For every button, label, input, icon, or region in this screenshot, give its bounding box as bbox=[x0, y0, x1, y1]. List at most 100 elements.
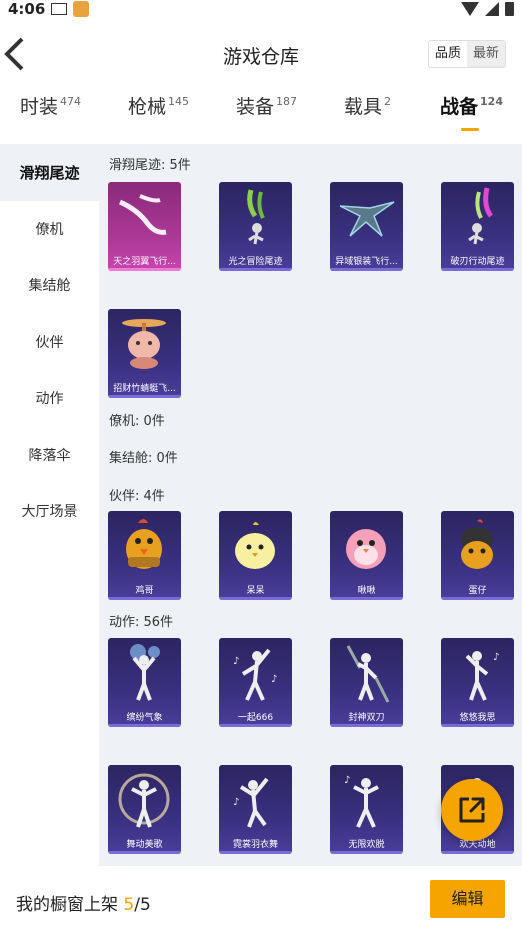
pink-bird-partner-icon bbox=[346, 529, 386, 569]
section-title-pod: 集结舱: 0件 bbox=[109, 451, 178, 466]
active-tab-indicator bbox=[461, 128, 479, 131]
sort-quality-button[interactable]: 品质 bbox=[428, 41, 467, 67]
tab-count: 145 bbox=[168, 95, 190, 108]
footer-bar: 我的橱窗上架 5/5 编辑 bbox=[0, 866, 522, 930]
sidebar: 滑翔尾迹 僚机 集结舱 伙伴 动作 降落伞 大厅场景 bbox=[0, 144, 99, 866]
sidebar-item-pod[interactable]: 集结舱 bbox=[0, 257, 99, 314]
item-name: 呆呆 bbox=[246, 586, 265, 596]
item-grid: 滑翔尾迹: 5件 天之羽翼飞行... 光之冒险尾迹 异域银装飞行... 破刃行动… bbox=[99, 144, 522, 866]
tab-count: 474 bbox=[60, 95, 82, 108]
item-card[interactable]: 破刃行动尾迹 bbox=[441, 182, 514, 271]
sidebar-item-wingman[interactable]: 僚机 bbox=[0, 201, 99, 258]
item-card[interactable]: ♪ 无限欢脱 bbox=[330, 765, 403, 854]
rarity-stripe bbox=[108, 395, 181, 398]
status-time: 4:06 bbox=[8, 0, 46, 18]
item-card[interactable]: ♪ 悠悠我思 bbox=[441, 638, 514, 727]
tab-label: 载具 bbox=[344, 96, 383, 118]
tab-count: 2 bbox=[384, 95, 392, 108]
item-card[interactable]: 呆呆 bbox=[219, 511, 292, 600]
rarity-stripe bbox=[441, 851, 514, 854]
rarity-stripe bbox=[441, 724, 514, 727]
tab-guns[interactable]: 枪械 145 bbox=[128, 92, 189, 138]
sidebar-item-action[interactable]: 动作 bbox=[0, 370, 99, 427]
item-name: 一起666 bbox=[237, 713, 274, 723]
rarity-stripe bbox=[330, 597, 403, 600]
sidebar-item-lobby-scene[interactable]: 大厅场景 bbox=[0, 483, 99, 540]
showcase-current-count: 5 bbox=[123, 895, 135, 915]
battery-icon bbox=[505, 2, 514, 16]
svg-text:♪: ♪ bbox=[493, 652, 499, 663]
sidebar-item-partner[interactable]: 伙伴 bbox=[0, 314, 99, 371]
item-name: 舞动美歌 bbox=[126, 840, 163, 850]
item-card[interactable]: ♪ ♪ 一起666 bbox=[219, 638, 292, 727]
tab-count: 124 bbox=[480, 95, 503, 108]
rarity-stripe bbox=[108, 724, 181, 727]
rarity-stripe bbox=[108, 851, 181, 854]
rarity-stripe bbox=[219, 851, 292, 854]
header: 游戏仓库 品质 最新 bbox=[0, 22, 522, 84]
item-name: 破刃行动尾迹 bbox=[450, 257, 505, 267]
dance-pose-icon bbox=[130, 644, 160, 701]
tab-equipment[interactable]: 装备 187 bbox=[236, 92, 297, 138]
rarity-stripe bbox=[441, 597, 514, 600]
tab-label: 枪械 bbox=[128, 96, 167, 118]
sort-latest-button[interactable]: 最新 bbox=[466, 41, 505, 67]
item-card[interactable]: 舞动美歌 bbox=[108, 765, 181, 854]
rarity-stripe bbox=[330, 268, 403, 271]
tab-label: 战备 bbox=[440, 96, 479, 118]
tab-combat-gear[interactable]: 战备 124 bbox=[440, 92, 503, 138]
chick-partner-icon bbox=[235, 522, 275, 569]
rarity-stripe bbox=[108, 597, 181, 600]
wing-trail-icon bbox=[118, 194, 167, 235]
blade-trail-icon bbox=[468, 187, 494, 245]
rarity-stripe bbox=[108, 268, 181, 271]
sidebar-item-glide-trail[interactable]: 滑翔尾迹 bbox=[0, 144, 99, 201]
item-card[interactable]: 光之冒险尾迹 bbox=[219, 182, 292, 271]
showcase-label: 我的橱窗上架 bbox=[16, 895, 118, 915]
tab-vehicles[interactable]: 载具 2 bbox=[344, 92, 391, 138]
rarity-stripe bbox=[330, 851, 403, 854]
dance-pose-icon: ♪ ♪ bbox=[233, 648, 277, 701]
app-notification-icon bbox=[73, 1, 90, 17]
mail-icon bbox=[51, 3, 68, 15]
item-card[interactable]: 封神双刀 bbox=[330, 638, 403, 727]
dual-blade-pose-icon bbox=[346, 645, 390, 703]
share-button[interactable] bbox=[441, 779, 503, 841]
showcase-status: 我的橱窗上架 5/5 bbox=[16, 890, 151, 915]
rarity-stripe bbox=[330, 724, 403, 727]
edit-button[interactable]: 编辑 bbox=[430, 880, 505, 918]
item-card[interactable]: 天之羽翼飞行... bbox=[108, 182, 181, 271]
item-name: 霓裳羽衣舞 bbox=[232, 840, 278, 850]
item-card[interactable]: 缤纷气象 bbox=[108, 638, 181, 727]
rarity-stripe bbox=[441, 268, 514, 271]
external-link-icon bbox=[459, 797, 485, 823]
propeller-pig-icon bbox=[122, 319, 166, 369]
item-name: 异域银装飞行... bbox=[335, 257, 398, 267]
tab-count: 187 bbox=[276, 95, 298, 108]
sidebar-item-parachute[interactable]: 降落伞 bbox=[0, 427, 99, 484]
item-card[interactable]: 鸡哥 bbox=[108, 511, 181, 600]
dance-pose-icon: ♪ bbox=[465, 651, 499, 701]
section-title-action: 动作: 56件 bbox=[109, 615, 174, 630]
item-card[interactable]: 啾啾 bbox=[330, 511, 403, 600]
item-card[interactable]: ♪ 霓裳羽衣舞 bbox=[219, 765, 292, 854]
tab-label: 时装 bbox=[20, 96, 59, 118]
tab-label: 装备 bbox=[236, 96, 275, 118]
dance-pose-icon: ♪ bbox=[344, 775, 379, 828]
chicken-partner-icon bbox=[126, 519, 162, 569]
item-card[interactable]: 招财竹蜻蜓飞... bbox=[108, 309, 181, 398]
item-name: 光之冒险尾迹 bbox=[228, 257, 283, 267]
wifi-icon bbox=[461, 2, 479, 16]
svg-text:♪: ♪ bbox=[271, 674, 277, 685]
showcase-total-count: 5 bbox=[139, 895, 151, 915]
rarity-stripe bbox=[219, 268, 292, 271]
svg-text:♪: ♪ bbox=[233, 797, 239, 808]
svg-text:♪: ♪ bbox=[344, 775, 350, 786]
item-card[interactable]: 异域银装飞行... bbox=[330, 182, 403, 271]
tab-fashion[interactable]: 时装 474 bbox=[20, 92, 81, 138]
item-name: 蛋仔 bbox=[468, 586, 487, 596]
egg-partner-icon bbox=[461, 519, 493, 569]
item-name: 缤纷气象 bbox=[126, 713, 163, 723]
svg-text:♪: ♪ bbox=[233, 656, 239, 667]
item-card[interactable]: 蛋仔 bbox=[441, 511, 514, 600]
